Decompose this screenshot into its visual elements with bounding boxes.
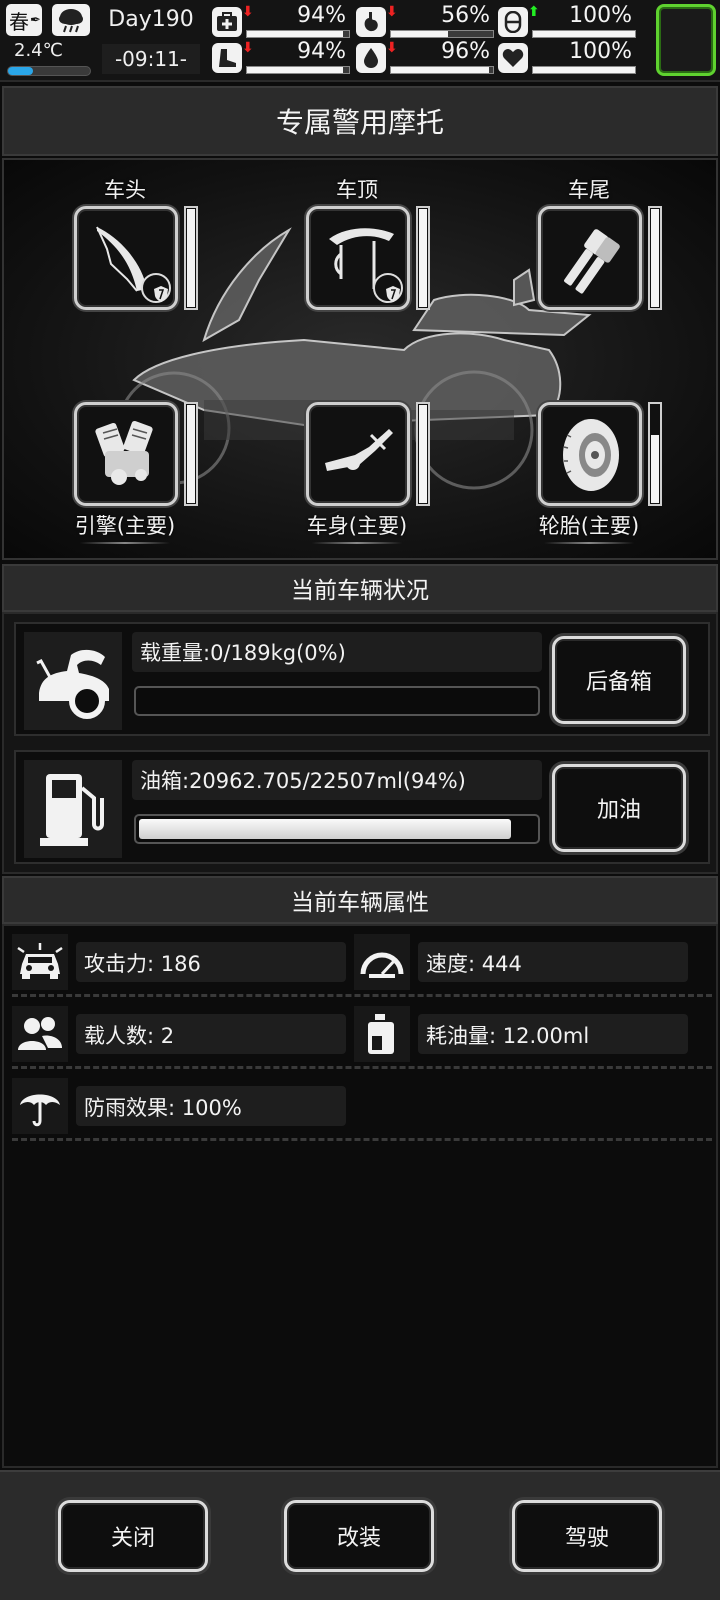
season-indicator: 春 ✒ <box>6 4 42 36</box>
arrow-down-icon: ⬇ <box>386 4 398 20</box>
passengers-value: 载人数: 2 <box>76 1014 346 1054</box>
attr-section-header: 当前车辆属性 <box>2 876 718 924</box>
pill-icon <box>498 7 528 37</box>
shield-icon <box>373 273 403 303</box>
slot-top[interactable] <box>306 206 410 310</box>
refuel-button[interactable]: 加油 <box>552 764 686 852</box>
load-progress-bar <box>134 686 540 716</box>
page-title: 专属警用摩托 <box>2 86 718 156</box>
status-bar: 春 ✒ 2.4℃ Day190 -09:11- ⬇ 94% ⬇ 56% ⬆ 10… <box>0 0 720 82</box>
rain-protect-value: 防雨效果: 100% <box>76 1086 346 1126</box>
slot-tire-label: 轮胎(主要) <box>514 510 664 544</box>
modify-button[interactable]: 改装 <box>284 1500 434 1572</box>
speedometer-icon <box>354 934 410 990</box>
clock-time: -09:11- <box>102 44 200 74</box>
attr-passengers: 载人数: 2 <box>12 1006 352 1062</box>
slot-head-durability <box>184 206 198 310</box>
umbrella-icon <box>12 1078 68 1134</box>
slot-tire[interactable] <box>538 402 642 506</box>
crash-car-icon <box>12 934 68 990</box>
exhaust-pipe-icon <box>564 229 620 294</box>
attr-fuel-use: 耗油量: 12.00ml <box>354 1006 694 1062</box>
stat-value: 96% <box>441 39 490 64</box>
slot-engine[interactable] <box>74 402 178 506</box>
temperature-text: 2.4℃ <box>14 40 63 61</box>
medkit-icon <box>212 7 242 37</box>
stat-health: ⬇ 94% <box>212 3 352 38</box>
slot-body[interactable] <box>306 402 410 506</box>
status-slot-button[interactable] <box>656 4 716 76</box>
slot-body-durability <box>416 402 430 506</box>
slot-tail[interactable] <box>538 206 642 310</box>
vehicle-status-panel: 载重量:0/189kg(0%) 后备箱 油箱:20962.705/22507ml… <box>2 612 718 874</box>
divider <box>12 1138 712 1141</box>
arrow-down-icon: ⬇ <box>242 4 254 20</box>
slot-top-label: 车顶 <box>282 174 432 208</box>
stat-thirst: ⬇ 96% <box>356 39 496 74</box>
fuel-use-value: 耗油量: 12.00ml <box>418 1014 688 1054</box>
stat-hunger: ⬇ 56% <box>356 3 496 38</box>
attr-rain: 防雨效果: 100% <box>12 1078 352 1134</box>
arrow-down-icon: ⬇ <box>242 40 254 56</box>
divider <box>12 1066 712 1069</box>
slot-body-label: 车身(主要) <box>282 510 432 544</box>
slot-head[interactable] <box>74 206 178 310</box>
stat-value: 100% <box>569 3 632 28</box>
bottom-action-bar: 关闭 改装 驾驶 <box>0 1470 720 1600</box>
status-section-header: 当前车辆状况 <box>2 564 718 612</box>
cloud-rain-icon <box>52 4 90 36</box>
stat-value: 94% <box>297 39 346 64</box>
slot-engine-label: 引擎(主要) <box>50 510 200 544</box>
arrow-down-icon: ⬇ <box>386 40 398 56</box>
slot-head-label: 车头 <box>50 174 200 208</box>
people-icon <box>12 1006 68 1062</box>
stat-stamina: ⬇ 94% <box>212 39 352 74</box>
boot-icon <box>212 43 242 73</box>
speed-value: 速度: 444 <box>418 942 688 982</box>
day-time-display: Day190 -09:11- <box>102 4 200 76</box>
fuel-can-icon <box>354 1006 410 1062</box>
shield-icon <box>141 273 171 303</box>
engine-icon <box>95 420 153 485</box>
fuel-progress-bar <box>134 814 540 844</box>
close-button[interactable]: 关闭 <box>58 1500 208 1572</box>
stomach-icon <box>356 7 386 37</box>
attr-attack: 攻击力: 186 <box>12 934 352 990</box>
divider <box>12 994 712 997</box>
frame-icon <box>325 429 393 471</box>
attr-speed: 速度: 444 <box>354 934 694 990</box>
load-row: 载重量:0/189kg(0%) 后备箱 <box>14 622 710 736</box>
fuel-label: 油箱:20962.705/22507ml(94%) <box>132 760 542 800</box>
stat-value: 94% <box>297 3 346 28</box>
fuel-pump-icon <box>24 760 122 858</box>
arrow-up-icon: ⬆ <box>528 4 540 20</box>
water-drop-icon <box>356 43 386 73</box>
trunk-icon <box>24 632 122 730</box>
vehicle-attributes-panel: 攻击力: 186 速度: 444 载人数: 2 耗油量: 12.00ml 防雨效… <box>2 924 718 1468</box>
feather-icon: ✒ <box>30 12 41 28</box>
drive-button[interactable]: 驾驶 <box>512 1500 662 1572</box>
trunk-button[interactable]: 后备箱 <box>552 636 686 724</box>
slot-tail-label: 车尾 <box>514 174 664 208</box>
slot-tire-durability <box>648 402 662 506</box>
fuel-row: 油箱:20962.705/22507ml(94%) 加油 <box>14 750 710 864</box>
stat-value: 100% <box>569 39 632 64</box>
slot-tail-durability <box>648 206 662 310</box>
slot-top-durability <box>416 206 430 310</box>
stat-value: 56% <box>441 3 490 28</box>
temperature-bar <box>7 66 91 76</box>
season-text: 春 <box>9 9 29 34</box>
attack-value: 攻击力: 186 <box>76 942 346 982</box>
vehicle-parts-panel: 车头 车顶 车尾 引擎(主要) 车身(主要) 轮胎(主要) <box>2 158 718 560</box>
stat-heart: 100% <box>498 39 638 74</box>
slot-engine-durability <box>184 402 198 506</box>
day-counter: Day190 <box>108 7 194 32</box>
tire-icon <box>563 419 619 491</box>
heart-icon <box>498 43 528 73</box>
stat-mood: ⬆ 100% <box>498 3 638 38</box>
load-label: 载重量:0/189kg(0%) <box>132 632 542 672</box>
